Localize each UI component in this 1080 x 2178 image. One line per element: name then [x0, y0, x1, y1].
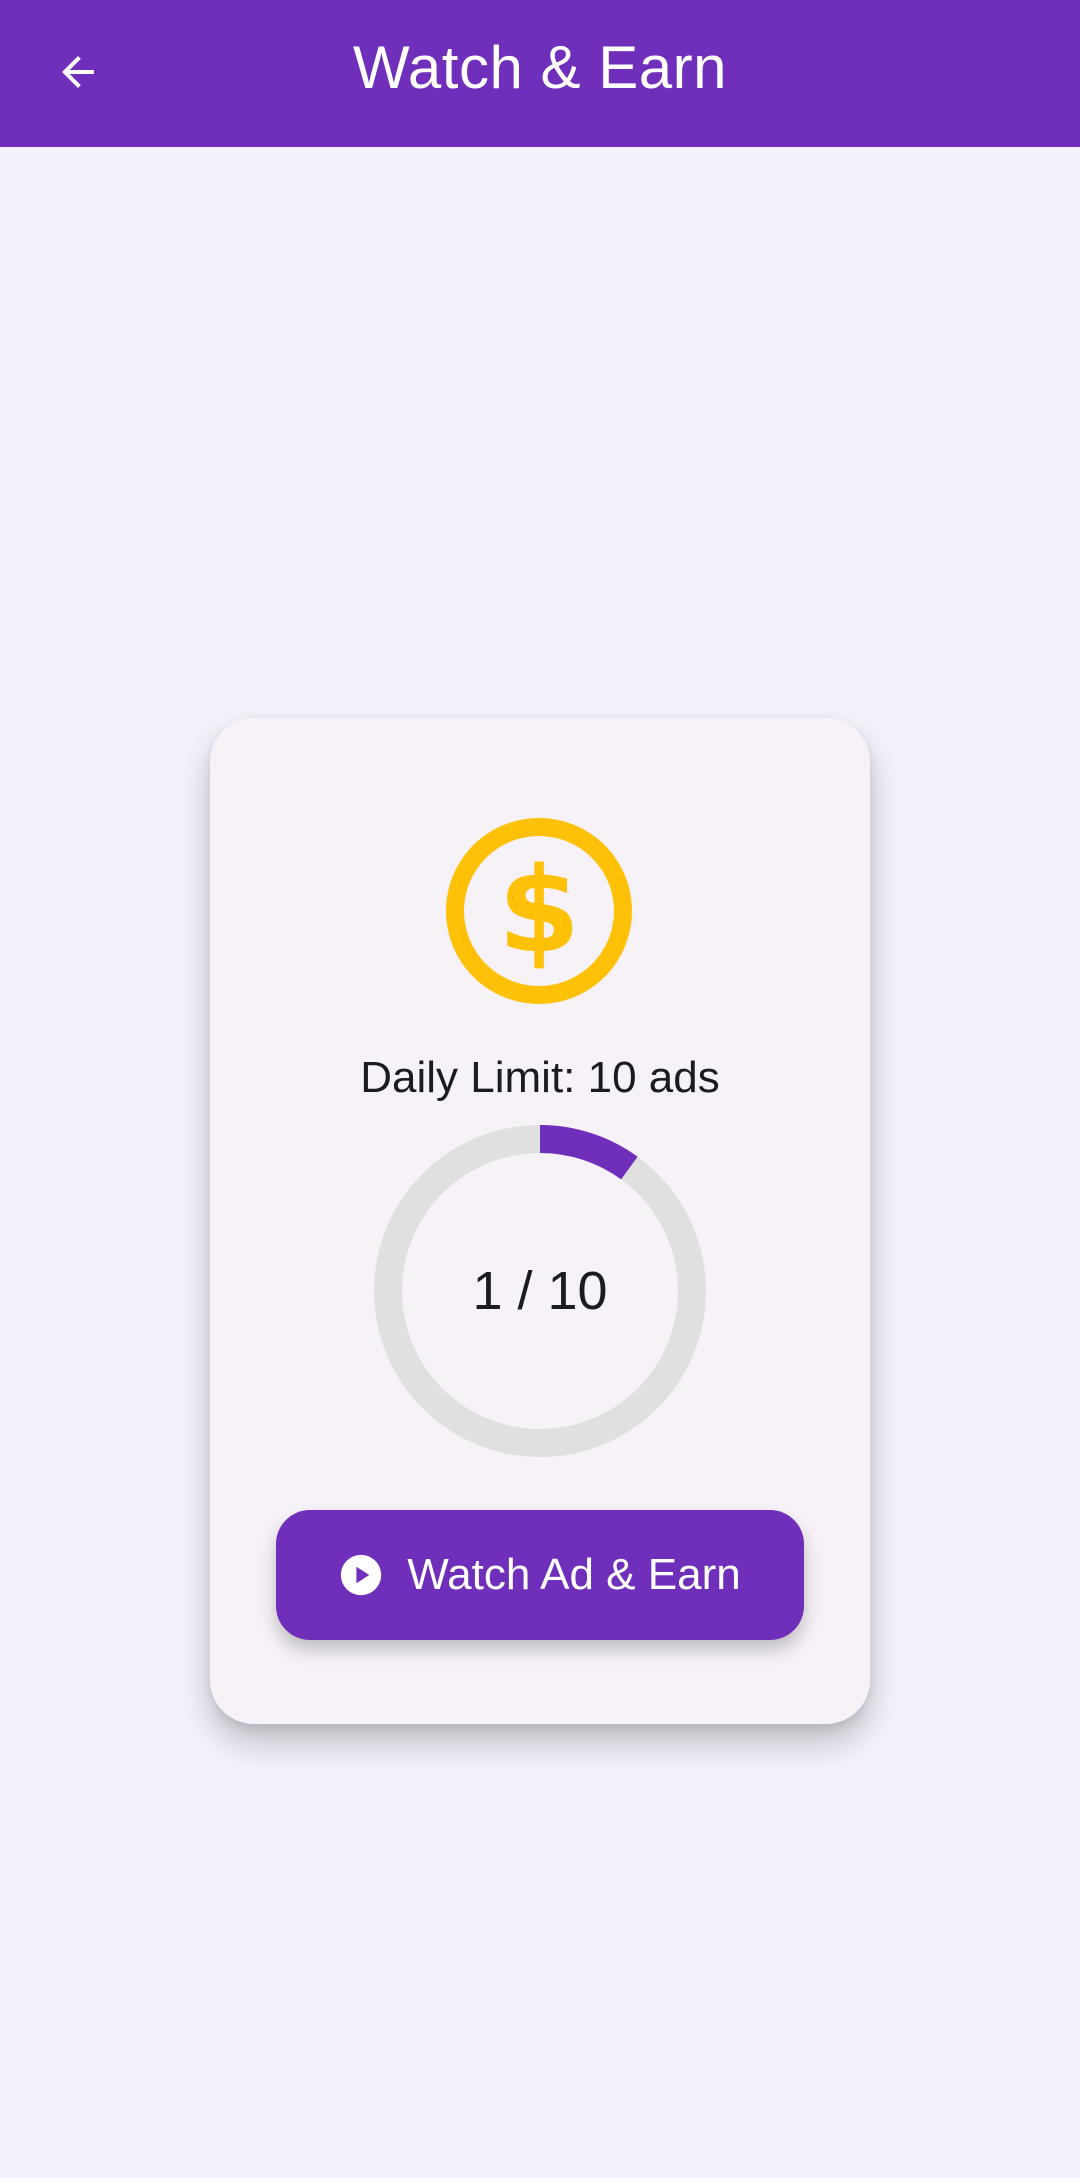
dollar-coin-icon: $	[446, 818, 632, 1004]
progress-count: 1 / 10	[472, 1261, 608, 1321]
watch-ad-button[interactable]: Watch Ad & Earn	[276, 1510, 804, 1640]
page-title: Watch & Earn	[353, 34, 727, 101]
watch-ad-button-label: Watch Ad & Earn	[407, 1550, 741, 1599]
earn-card: $ Daily Limit: 10 ads 1 / 10 Watch Ad & …	[210, 718, 870, 1724]
play-circle-icon	[341, 1554, 382, 1596]
app-bar: Watch & Earn	[0, 0, 1080, 147]
daily-limit-text: Daily Limit: 10 ads	[360, 1053, 720, 1102]
svg-text:$: $	[498, 841, 580, 979]
